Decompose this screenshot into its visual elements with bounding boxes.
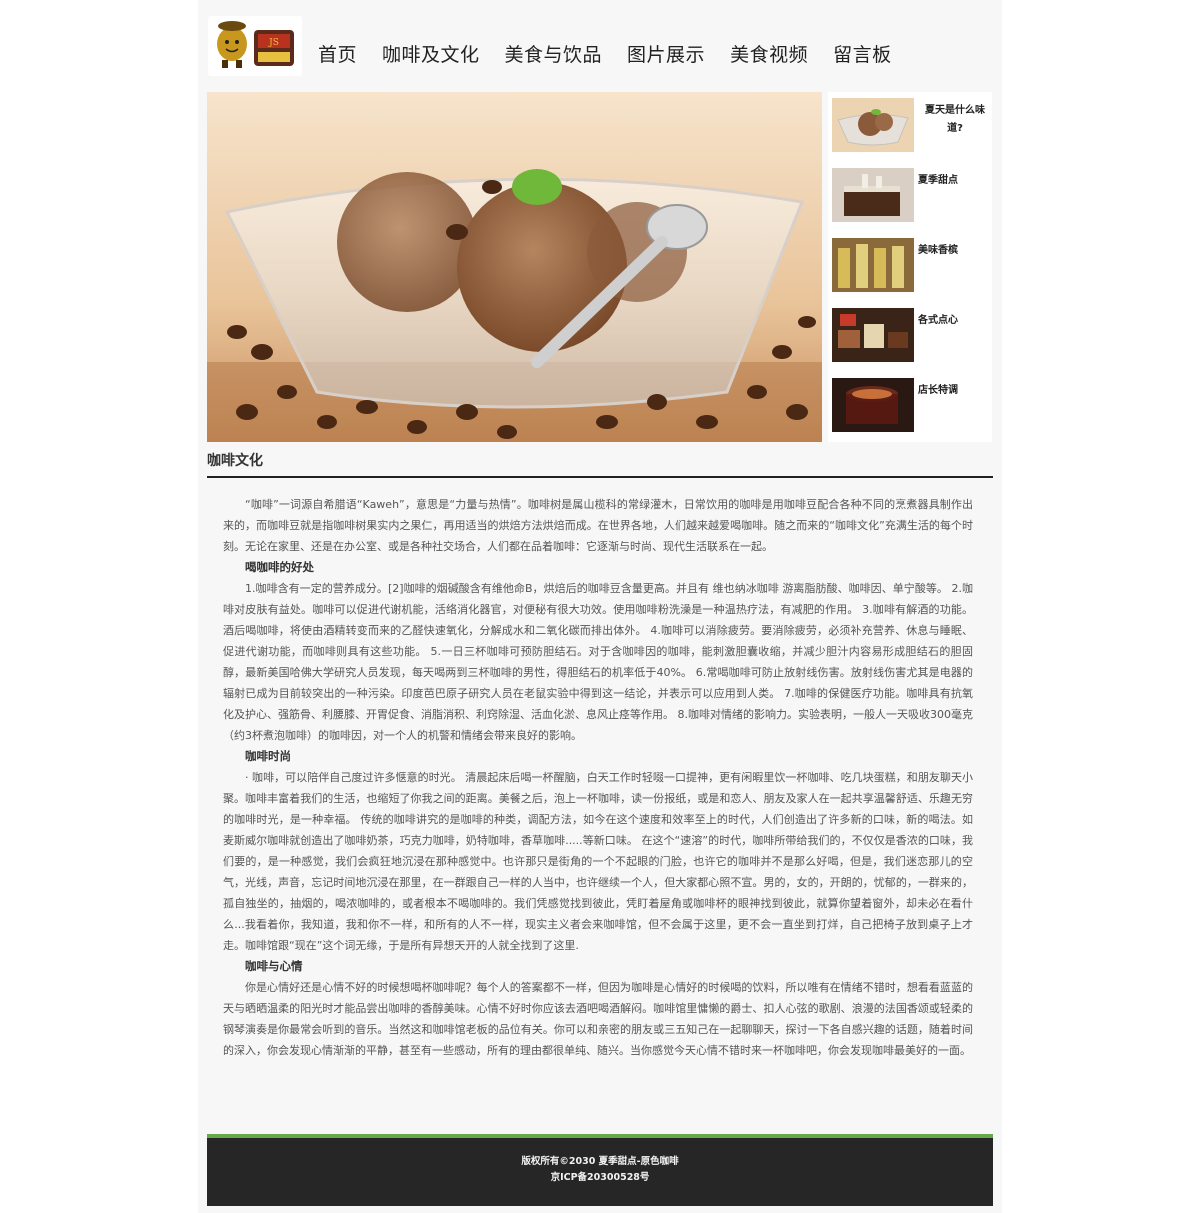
article-paragraph: 1.咖啡含有一定的营养成分。[2]咖啡的烟碱酸含有维他命B，烘焙后的咖啡豆含量更… xyxy=(223,582,973,742)
page-container: JS 首页 咖啡及文化 美食与饮品 图片展示 美食视频 留言板 夏天是什么味道?… xyxy=(198,0,1002,1213)
coffee-mascot-logo-icon: JS xyxy=(208,16,302,76)
sidebar-item-champagne[interactable]: 美味香槟 xyxy=(832,234,992,296)
sidebar-item-label: 店长特调 xyxy=(918,385,958,396)
section-divider xyxy=(207,476,993,478)
footer: 版权所有©2030 夏季甜点-原色咖啡 京ICP备20300528号 xyxy=(207,1138,993,1206)
footer-icp[interactable]: 京ICP备20300528号 xyxy=(207,1170,993,1186)
hero-banner-image[interactable] xyxy=(207,92,822,442)
header: JS 首页 咖啡及文化 美食与饮品 图片展示 美食视频 留言板 xyxy=(198,0,1002,88)
svg-text:JS: JS xyxy=(268,38,279,48)
sidebar-thumbnails: 夏天是什么味道? 夏季甜点 美味香槟 各式点心 店长特调 xyxy=(828,92,992,442)
article-paragraph: “咖啡”一词源自希腊语“Kaweh”，意思是“力量与热情”。咖啡树是属山榄科的常… xyxy=(223,498,973,553)
nav-food-videos[interactable]: 美食视频 xyxy=(730,40,808,67)
nav-home[interactable]: 首页 xyxy=(318,40,357,67)
sidebar-item-summary-taste[interactable]: 夏天是什么味道? xyxy=(832,94,992,156)
pastry-thumb-icon xyxy=(832,308,914,362)
sidebar-item-pastries[interactable]: 各式点心 xyxy=(832,304,992,366)
nav-gallery[interactable]: 图片展示 xyxy=(627,40,705,67)
nav-guestbook[interactable]: 留言板 xyxy=(833,40,892,67)
site-logo[interactable]: JS xyxy=(208,16,302,76)
nav-food-drinks[interactable]: 美食与饮品 xyxy=(505,40,603,67)
article-body: “咖啡”一词源自希腊语“Kaweh”，意思是“力量与热情”。咖啡树是属山榄科的常… xyxy=(223,494,973,1061)
sidebar-item-summer-dessert[interactable]: 夏季甜点 xyxy=(832,164,992,226)
article-paragraph: 你是心情好还是心情不好的时候想喝杯咖啡呢？每个人的答案都不一样，但因为咖啡是心情… xyxy=(223,981,973,1057)
footer-copyright: 版权所有©2030 夏季甜点-原色咖啡 xyxy=(521,1156,679,1167)
ice-cream-thumb-icon xyxy=(832,98,914,152)
main-nav: 首页 咖啡及文化 美食与饮品 图片展示 美食视频 留言板 xyxy=(318,40,917,67)
nav-coffee-culture[interactable]: 咖啡及文化 xyxy=(382,40,480,67)
sidebar-item-label: 夏天是什么味道? xyxy=(925,105,985,134)
cake-thumb-icon xyxy=(832,168,914,222)
sidebar-item-label: 各式点心 xyxy=(918,315,958,326)
ice-cream-hero-icon xyxy=(207,92,822,442)
article-paragraph: · 咖啡，可以陪伴自己度过许多惬意的时光。 清晨起床后喝一杯醒脑，白天工作时轻啜… xyxy=(223,771,973,952)
drink-thumb-icon xyxy=(832,378,914,432)
sidebar-item-label: 夏季甜点 xyxy=(918,175,958,186)
sidebar-item-special[interactable]: 店长特调 xyxy=(832,374,992,436)
article-heading: 喝咖啡的好处 xyxy=(245,560,314,574)
article-heading: 咖啡时尚 xyxy=(245,749,291,763)
sidebar-item-label: 美味香槟 xyxy=(918,245,958,256)
section-title: 咖啡文化 xyxy=(207,453,263,469)
champagne-thumb-icon xyxy=(832,238,914,292)
article-heading: 咖啡与心情 xyxy=(245,959,303,973)
